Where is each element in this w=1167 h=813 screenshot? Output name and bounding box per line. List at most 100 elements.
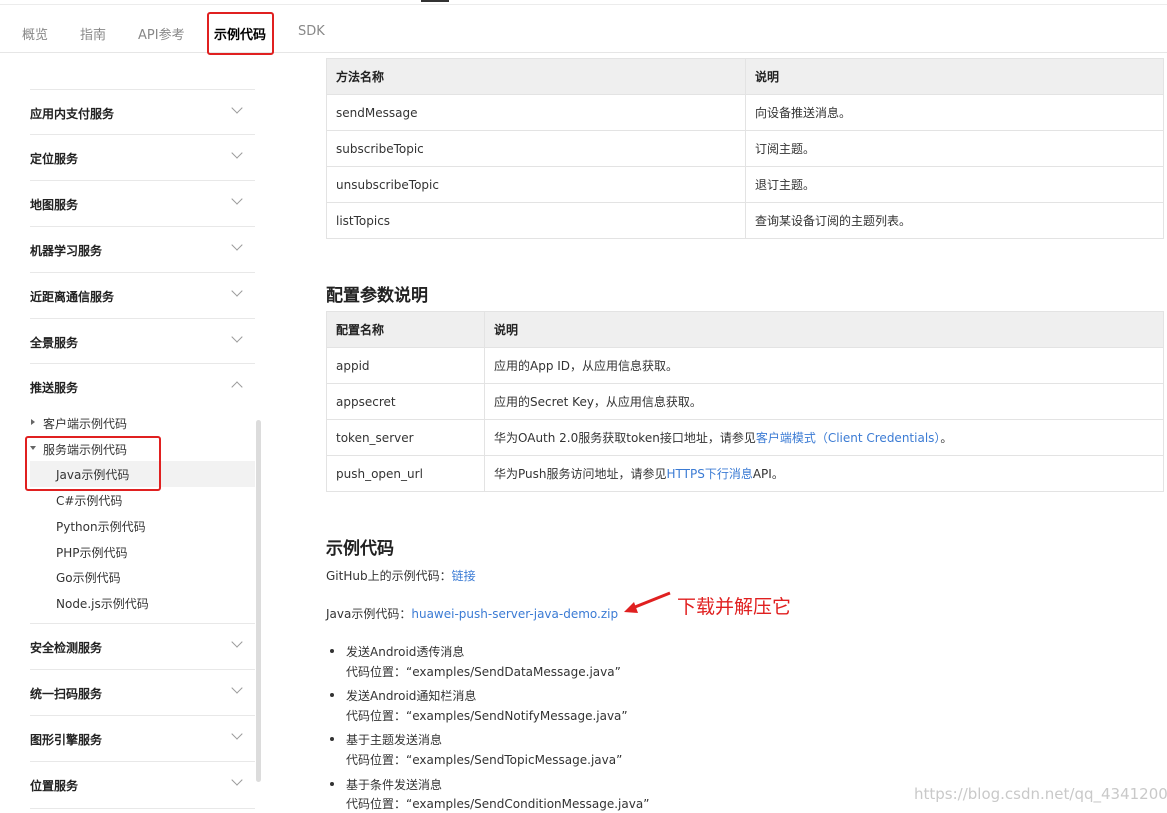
- config-desc: 应用的Secret Key，从应用信息获取。: [484, 383, 1164, 420]
- github-link[interactable]: 链接: [452, 569, 476, 583]
- tab-api-reference[interactable]: API参考: [138, 24, 185, 43]
- config-desc-text: 。: [940, 431, 953, 445]
- table-row: appsecret 应用的Secret Key，从应用信息获取。: [326, 383, 1164, 420]
- sidebar-item-label: 统一扫码服务: [30, 687, 103, 701]
- sidebar-item-label: 应用内支付服务: [30, 107, 115, 121]
- list-item-location: 代码位置：“examples/SendConditionMessage.java…: [346, 797, 650, 811]
- sidebar-link-csharp[interactable]: C#示例代码: [56, 492, 122, 509]
- top-divider: [0, 4, 1167, 5]
- github-line: GitHub上的示例代码：链接: [326, 567, 476, 584]
- chevron-down-icon: [231, 102, 243, 114]
- config-desc-text: 华为OAuth 2.0服务获取token接口地址，请参见: [494, 431, 756, 445]
- config-desc-text: API。: [752, 467, 784, 481]
- sidebar-sub-client[interactable]: 客户端示例代码: [43, 415, 127, 432]
- sidebar-item-graphics-engine[interactable]: 图形引擎服务: [30, 715, 255, 761]
- table-header-cell: 配置名称: [326, 311, 485, 348]
- caret-right-icon: [31, 419, 35, 425]
- github-label: GitHub上的示例代码：: [326, 569, 452, 583]
- config-desc: 华为Push服务访问地址，请参见HTTPS下行消息API。: [484, 455, 1164, 492]
- sidebar-item-label: 近距离通信服务: [30, 290, 115, 304]
- table-row: subscribeTopic 订阅主题。: [326, 130, 1164, 167]
- list-item-title: 基于条件发送消息: [346, 778, 443, 792]
- table-header-cell: 说明: [484, 311, 1164, 348]
- method-name: listTopics: [326, 202, 746, 239]
- top-indicator: [421, 0, 449, 2]
- tab-guide[interactable]: 指南: [80, 24, 106, 43]
- sidebar-item-label: 全景服务: [30, 336, 79, 350]
- bullet-dot: [330, 782, 334, 786]
- java-demo-line: Java示例代码：huawei-push-server-java-demo.zi…: [326, 605, 618, 622]
- sidebar-item-ml[interactable]: 机器学习服务: [30, 226, 255, 272]
- config-desc-text: 华为Push服务访问地址，请参见: [494, 467, 667, 481]
- sidebar-item-location-kit[interactable]: 定位服务: [30, 134, 255, 180]
- method-desc: 向设备推送消息。: [745, 94, 1164, 131]
- sidebar-item-label: 位置服务: [30, 779, 79, 793]
- sidebar-link-php[interactable]: PHP示例代码: [56, 544, 128, 561]
- chevron-down-icon: [231, 147, 243, 159]
- tab-overview[interactable]: 概览: [22, 24, 48, 43]
- config-name: appid: [326, 347, 485, 384]
- table-header-row: 配置名称 说明: [326, 311, 1164, 348]
- client-credentials-link[interactable]: 客户端模式（Client Credentials）: [756, 431, 941, 445]
- sidebar-item-label: 定位服务: [30, 152, 79, 166]
- sidebar-link-go[interactable]: Go示例代码: [56, 569, 121, 586]
- chevron-down-icon: [231, 728, 243, 740]
- sidebar-link-nodejs[interactable]: Node.js示例代码: [56, 595, 149, 612]
- sidebar-item-iap[interactable]: 应用内支付服务: [30, 89, 255, 135]
- sidebar-item-push[interactable]: 推送服务: [30, 363, 255, 409]
- method-desc: 订阅主题。: [745, 130, 1164, 167]
- table-header-cell: 方法名称: [326, 58, 746, 95]
- tab-highlight-box: [207, 12, 274, 55]
- config-table: 配置名称 说明 appid 应用的App ID，从应用信息获取。 appsecre…: [326, 311, 1164, 492]
- sidebar-item-label: 推送服务: [30, 381, 79, 395]
- chevron-down-icon: [231, 682, 243, 694]
- table-row: push_open_url 华为Push服务访问地址，请参见HTTPS下行消息A…: [326, 455, 1164, 492]
- sidebar-item-site-kit[interactable]: 位置服务: [30, 761, 255, 809]
- sidebar-link-python[interactable]: Python示例代码: [56, 518, 146, 535]
- method-name: unsubscribeTopic: [326, 166, 746, 203]
- sidebar-item-label: 地图服务: [30, 198, 79, 212]
- config-section-title: 配置参数说明: [326, 286, 428, 306]
- methods-table: 方法名称 说明 sendMessage 向设备推送消息。 subscribeTop…: [326, 58, 1164, 239]
- bullet-dot: [330, 693, 334, 697]
- sidebar-item-label: 安全检测服务: [30, 641, 103, 655]
- list-item-title: 基于主题发送消息: [346, 733, 443, 747]
- sidebar-item-scan-kit[interactable]: 统一扫码服务: [30, 669, 255, 715]
- list-item-title: 发送Android透传消息: [346, 645, 465, 659]
- list-item-location: 代码位置：“examples/SendDataMessage.java”: [346, 665, 621, 679]
- https-downlink-link[interactable]: HTTPS下行消息: [667, 467, 753, 481]
- sidebar-item-nearby[interactable]: 近距离通信服务: [30, 272, 255, 318]
- table-row: unsubscribeTopic 退订主题。: [326, 166, 1164, 203]
- bullet-dot: [330, 737, 334, 741]
- sidebar-item-panorama[interactable]: 全景服务: [30, 318, 255, 364]
- top-nav: 概览 指南 API参考 示例代码 SDK: [0, 0, 1167, 55]
- bullet-dot: [330, 649, 334, 653]
- sidebar-item-safety-detect[interactable]: 安全检测服务: [30, 623, 255, 669]
- sidebar-scrollbar[interactable]: [256, 420, 261, 782]
- chevron-down-icon: [231, 636, 243, 648]
- sidebar-item-label: 机器学习服务: [30, 244, 103, 258]
- java-demo-download-link[interactable]: huawei-push-server-java-demo.zip: [411, 607, 618, 621]
- method-desc: 查询某设备订阅的主题列表。: [745, 202, 1164, 239]
- tab-sdk[interactable]: SDK: [298, 24, 325, 39]
- config-desc: 华为OAuth 2.0服务获取token接口地址，请参见客户端模式（Client…: [484, 419, 1164, 456]
- table-header-row: 方法名称 说明: [326, 58, 1164, 95]
- watermark: https://blog.csdn.net/qq_43412005: [914, 785, 1167, 803]
- method-name: subscribeTopic: [326, 130, 746, 167]
- sample-section-title: 示例代码: [326, 539, 394, 559]
- chevron-down-icon: [231, 285, 243, 297]
- config-desc: 应用的App ID，从应用信息获取。: [484, 347, 1164, 384]
- table-row: sendMessage 向设备推送消息。: [326, 94, 1164, 131]
- table-header-cell: 说明: [745, 58, 1164, 95]
- config-name: push_open_url: [326, 455, 485, 492]
- config-name: appsecret: [326, 383, 485, 420]
- chevron-down-icon: [231, 331, 243, 343]
- config-name: token_server: [326, 419, 485, 456]
- chevron-down-icon: [231, 774, 243, 786]
- sidebar-item-map[interactable]: 地图服务: [30, 180, 255, 226]
- table-row: token_server 华为OAuth 2.0服务获取token接口地址，请参…: [326, 419, 1164, 456]
- list-item-title: 发送Android通知栏消息: [346, 689, 477, 703]
- list-item-location: 代码位置：“examples/SendNotifyMessage.java”: [346, 709, 628, 723]
- method-desc: 退订主题。: [745, 166, 1164, 203]
- chevron-down-icon: [231, 193, 243, 205]
